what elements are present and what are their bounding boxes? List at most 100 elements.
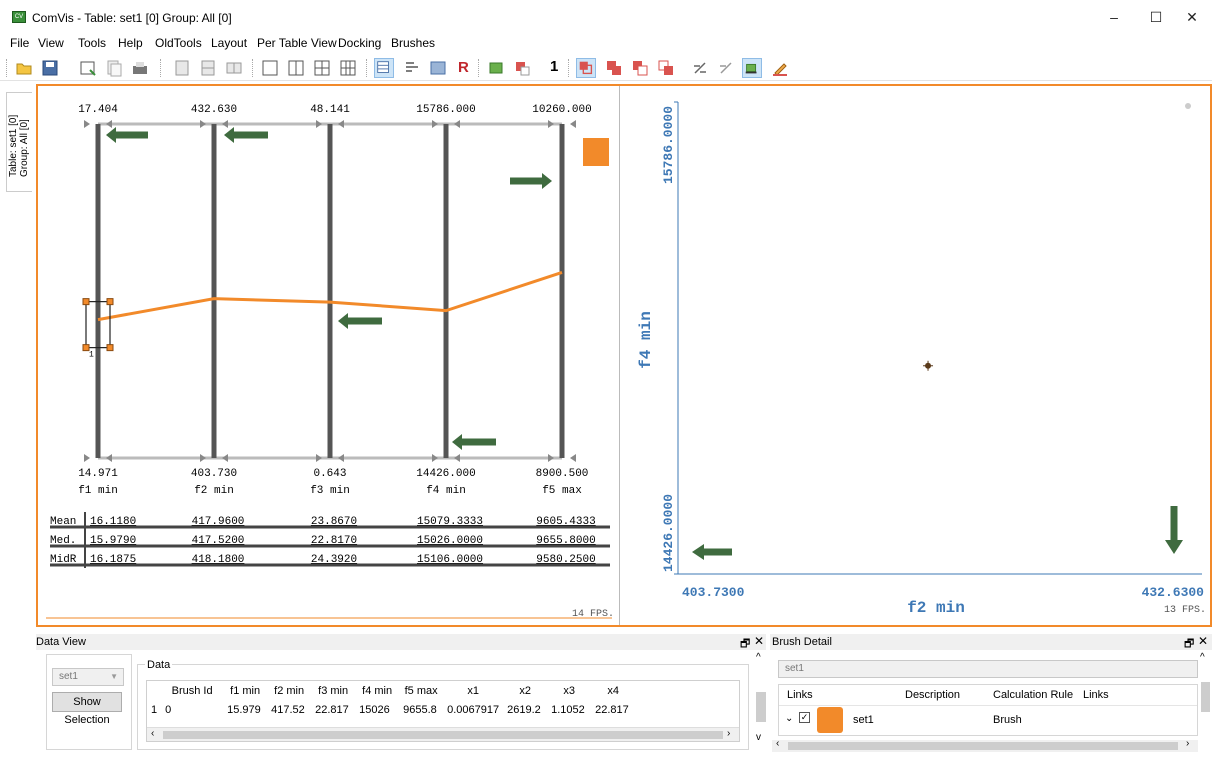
menu-tools[interactable]: Tools bbox=[78, 34, 106, 52]
axis-handle-icon[interactable] bbox=[84, 120, 90, 128]
brush-color-icon[interactable] bbox=[770, 58, 790, 78]
column-header[interactable]: x3 bbox=[547, 681, 591, 700]
menu-view[interactable]: View bbox=[38, 34, 64, 52]
axis-handle-icon[interactable] bbox=[432, 454, 438, 462]
menu-brushes[interactable]: Brushes bbox=[391, 34, 435, 52]
brush-vertical-scrollbar[interactable]: ^ bbox=[1200, 652, 1212, 740]
table-cell[interactable]: 2619.2 bbox=[503, 700, 547, 719]
brush-one-button[interactable]: 1 bbox=[550, 58, 558, 75]
plugin-icon[interactable] bbox=[486, 58, 506, 78]
close-button[interactable]: ✕ bbox=[1172, 6, 1212, 30]
brush-not-icon[interactable] bbox=[656, 58, 676, 78]
axis-handle-icon[interactable] bbox=[548, 120, 554, 128]
screenshot-icon[interactable] bbox=[428, 58, 448, 78]
axis-handle-icon[interactable] bbox=[222, 454, 228, 462]
close-icon[interactable]: ✕ bbox=[754, 634, 764, 648]
table-cell[interactable]: 15.979 bbox=[223, 700, 267, 719]
clear-brush-button[interactable] bbox=[742, 58, 762, 78]
parallel-coordinates-view[interactable]: 17.404 14.971 f1 min 432.630 403.730 f2 min 48… bbox=[38, 86, 620, 625]
brush-horizontal-scrollbar[interactable]: ‹ › bbox=[772, 738, 1198, 752]
column-header[interactable]: x4 bbox=[591, 681, 635, 700]
axis-handle-icon[interactable] bbox=[200, 120, 206, 128]
expand-chevron-icon[interactable]: ⌄ bbox=[785, 713, 793, 724]
minimize-button[interactable]: – bbox=[1094, 6, 1134, 30]
axis-handle-icon[interactable] bbox=[316, 454, 322, 462]
text-view-icon[interactable] bbox=[402, 58, 422, 78]
table-cell[interactable]: 22.817 bbox=[591, 700, 635, 719]
layout-c-icon[interactable] bbox=[224, 58, 244, 78]
grid-four-icon[interactable] bbox=[312, 58, 332, 78]
brush-handle[interactable] bbox=[106, 344, 114, 352]
column-header[interactable]: f4 min bbox=[355, 681, 399, 700]
axis-handle-icon[interactable] bbox=[570, 454, 576, 462]
brush-handle[interactable] bbox=[106, 298, 114, 306]
horizontal-scrollbar[interactable]: ‹ › bbox=[147, 727, 739, 741]
axis-handle-icon[interactable] bbox=[570, 120, 576, 128]
menu-file[interactable]: File bbox=[10, 34, 29, 52]
print-icon[interactable] bbox=[130, 58, 150, 78]
axis-handle-icon[interactable] bbox=[200, 454, 206, 462]
copy-icon[interactable] bbox=[104, 58, 124, 78]
menu-help[interactable]: Help bbox=[118, 34, 143, 52]
table-cell[interactable]: 0.0067917 bbox=[443, 700, 503, 719]
column-header[interactable]: x2 bbox=[503, 681, 547, 700]
brush-add-icon[interactable] bbox=[512, 58, 532, 78]
table-row[interactable]: 1 0 15.979 417.52 22.817 15026 9655.8 0.0067917… bbox=[147, 700, 635, 719]
layout-a-icon[interactable] bbox=[172, 58, 192, 78]
brush-legend-swatch[interactable] bbox=[583, 138, 609, 166]
scroll-thumb[interactable] bbox=[788, 742, 1178, 750]
axis-handle-icon[interactable] bbox=[106, 120, 112, 128]
column-header[interactable]: f2 min bbox=[267, 681, 311, 700]
scroll-up-icon[interactable]: ^ bbox=[1200, 652, 1205, 663]
close-icon[interactable]: ✕ bbox=[1198, 634, 1208, 648]
table-cell[interactable]: 22.817 bbox=[311, 700, 355, 719]
menu-per-table-view[interactable]: Per Table View bbox=[257, 34, 337, 52]
table-cell[interactable]: 9655.8 bbox=[399, 700, 443, 719]
split-vertical-icon[interactable] bbox=[286, 58, 306, 78]
brush-checkbox[interactable]: ✓ bbox=[799, 712, 810, 723]
table-cell[interactable]: 417.52 bbox=[267, 700, 311, 719]
column-header[interactable]: f5 max bbox=[399, 681, 443, 700]
axis-handle-icon[interactable] bbox=[432, 120, 438, 128]
r-button[interactable]: R bbox=[458, 59, 469, 76]
brush-color-swatch[interactable] bbox=[817, 707, 843, 733]
scroll-up-icon[interactable]: ^ bbox=[756, 652, 761, 663]
brush-table-select[interactable]: set1 bbox=[778, 660, 1198, 678]
scroll-left-icon[interactable]: ‹ bbox=[776, 738, 779, 749]
axis-handle-icon[interactable] bbox=[338, 454, 344, 462]
column-header[interactable]: f1 min bbox=[223, 681, 267, 700]
parallel-coordinates-plot[interactable]: 17.404 14.971 f1 min 432.630 403.730 f2 min 48… bbox=[38, 86, 620, 625]
table-cell[interactable]: 1.1052 bbox=[547, 700, 591, 719]
float-icon[interactable]: 🗗 bbox=[1184, 635, 1194, 654]
axis-handle-icon[interactable] bbox=[316, 120, 322, 128]
menu-oldtools[interactable]: OldTools bbox=[155, 34, 202, 52]
scroll-right-icon[interactable]: › bbox=[1186, 738, 1189, 749]
menu-docking[interactable]: Docking bbox=[338, 34, 381, 52]
show-selection-button[interactable]: Show Selection bbox=[52, 692, 122, 726]
table-select[interactable]: set1 ▼ bbox=[52, 668, 124, 686]
new-view-icon[interactable] bbox=[78, 58, 98, 78]
scroll-down-icon[interactable]: v bbox=[756, 732, 761, 743]
scroll-left-icon[interactable]: ‹ bbox=[151, 728, 154, 739]
axis-handle-icon[interactable] bbox=[338, 120, 344, 128]
column-header[interactable]: Brush Id bbox=[161, 681, 223, 700]
scroll-right-icon[interactable]: › bbox=[727, 728, 730, 739]
vertical-scrollbar[interactable]: ^ v bbox=[754, 652, 768, 744]
float-icon[interactable]: 🗗 bbox=[740, 635, 750, 654]
scroll-thumb[interactable] bbox=[163, 731, 723, 739]
brush-unlink-icon[interactable] bbox=[716, 58, 736, 78]
table-cell[interactable]: 0 bbox=[161, 700, 223, 719]
table-view-button[interactable] bbox=[374, 58, 394, 78]
single-view-icon[interactable] bbox=[260, 58, 280, 78]
brush-handle[interactable] bbox=[82, 298, 90, 306]
axis-handle-icon[interactable] bbox=[222, 120, 228, 128]
brush-or-icon[interactable] bbox=[604, 58, 624, 78]
axis-handle-icon[interactable] bbox=[548, 454, 554, 462]
brush-link-icon[interactable] bbox=[690, 58, 710, 78]
axis-handle-icon[interactable] bbox=[106, 454, 112, 462]
maximize-button[interactable]: ☐ bbox=[1136, 6, 1176, 30]
axis-handle-icon[interactable] bbox=[454, 120, 460, 128]
scroll-thumb[interactable] bbox=[1201, 682, 1210, 712]
open-icon[interactable] bbox=[14, 58, 34, 78]
axis-handle-icon[interactable] bbox=[84, 454, 90, 462]
